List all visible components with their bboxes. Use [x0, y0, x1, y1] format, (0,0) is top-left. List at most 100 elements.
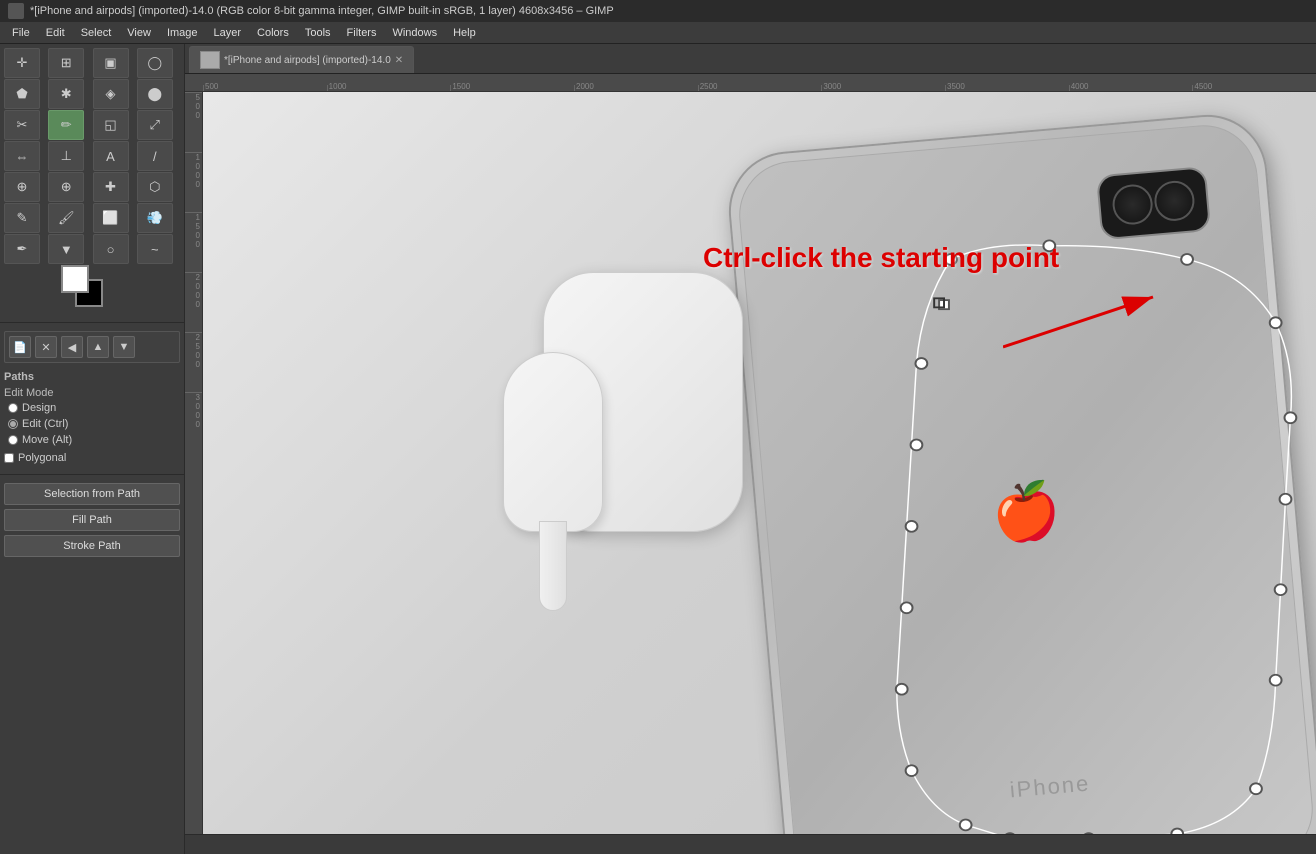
new-path-btn[interactable]: 📄	[9, 336, 31, 358]
iphone-label: iPhone	[1009, 770, 1091, 803]
ellipse-select-btn[interactable]: ◯	[137, 48, 173, 78]
edit-mode-label: Edit Mode	[4, 387, 180, 399]
menu-item-layer[interactable]: Layer	[206, 25, 250, 41]
move-mode-radio[interactable]	[8, 435, 18, 445]
polygonal-checkbox[interactable]	[4, 453, 14, 463]
ruler-left: 500 1000 1500 2000 2500 3000	[185, 92, 203, 834]
tab-label: *[iPhone and airpods] (imported)-14.0	[224, 55, 391, 66]
menu-item-windows[interactable]: Windows	[384, 25, 445, 41]
measure-btn[interactable]: ⊥	[48, 141, 84, 171]
airpod-left	[503, 352, 603, 532]
paths-tool-btn[interactable]: ✏	[48, 110, 84, 140]
paintbrush-btn[interactable]: 🖌	[48, 203, 84, 233]
canvas-area: *[iPhone and airpods] (imported)-14.0 ✕ …	[185, 44, 1316, 854]
design-mode-label: Design	[22, 402, 56, 414]
ruler-top-marks: 500 1000 1500 2000 2500 3000 3500 4000 4…	[203, 74, 1316, 91]
menu-item-select[interactable]: Select	[73, 25, 120, 41]
main-layout: ✛ ⊞ ▣ ◯ ⬟ ✱ ◈ ⬤ ✂ ✏ ◱ ⤢ ⇔ ⊥ A / ⊕ ⊕ ✚ ⬡ …	[0, 44, 1316, 854]
clone-btn[interactable]: ⊕	[48, 172, 84, 202]
action-buttons-section: Selection from Path Fill Path Stroke Pat…	[0, 479, 184, 565]
menubar: FileEditSelectViewImageLayerColorsToolsF…	[0, 22, 1316, 44]
ink-btn[interactable]: ✒	[4, 234, 40, 264]
ruler-v-500: 500	[185, 92, 202, 152]
text-btn[interactable]: A	[93, 141, 129, 171]
path-move-up-btn[interactable]: ▲	[87, 336, 109, 358]
menu-item-image[interactable]: Image	[159, 25, 206, 41]
menu-item-view[interactable]: View	[119, 25, 159, 41]
ruler-mark-1500: 1500	[450, 85, 574, 91]
tab-bar: *[iPhone and airpods] (imported)-14.0 ✕	[185, 44, 1316, 74]
fuzzy-select-btn[interactable]: ✱	[48, 79, 84, 109]
polygonal-label: Polygonal	[18, 452, 66, 464]
perspective-btn[interactable]: ⬡	[137, 172, 173, 202]
polygonal-option[interactable]: Polygonal	[4, 452, 180, 464]
iphone-body: 🍎 iPhone	[724, 110, 1316, 834]
canvas-scroll[interactable]: 🍎 iPhone	[203, 92, 1316, 834]
ruler-mark-500: 500	[203, 85, 327, 91]
selection-from-path-button[interactable]: Selection from Path	[4, 483, 180, 505]
path-to-selection-btn[interactable]: ◀	[61, 336, 83, 358]
move-mode-option[interactable]: Move (Alt)	[8, 434, 180, 446]
tab-thumbnail	[200, 51, 220, 69]
divider2	[0, 474, 184, 475]
color-area	[0, 268, 184, 318]
foreground-color-swatch[interactable]	[61, 265, 89, 293]
color-picker-btn[interactable]: /	[137, 141, 173, 171]
zoom-btn[interactable]: ⊕	[4, 172, 40, 202]
divider	[0, 322, 184, 323]
ruler-v-2000: 2000	[185, 272, 202, 332]
path-move-down-btn[interactable]: ▼	[113, 336, 135, 358]
fill-path-button[interactable]: Fill Path	[4, 509, 180, 531]
heal-btn[interactable]: ✚	[93, 172, 129, 202]
camera-lens-1	[1111, 183, 1154, 226]
toolbox: ✛ ⊞ ▣ ◯ ⬟ ✱ ◈ ⬤ ✂ ✏ ◱ ⤢ ⇔ ⊥ A / ⊕ ⊕ ✚ ⬡ …	[0, 44, 185, 854]
foreground-select-btn[interactable]: ⬤	[137, 79, 173, 109]
menu-item-file[interactable]: File	[4, 25, 38, 41]
ruler-v-3000: 3000	[185, 392, 202, 452]
annotation-text: Ctrl-click the starting point	[703, 242, 1059, 274]
tool-options-title: Paths	[4, 371, 180, 383]
menu-item-edit[interactable]: Edit	[38, 25, 73, 41]
arrow-svg	[1003, 287, 1183, 367]
eraser-btn[interactable]: ⬜	[93, 203, 129, 233]
pencil-btn[interactable]: ✎	[4, 203, 40, 233]
color-wrapper	[67, 271, 117, 315]
airpod-stem	[539, 521, 567, 611]
move-tool-btn[interactable]: ✛	[4, 48, 40, 78]
ruler-v-1500: 1500	[185, 212, 202, 272]
paths-panel-icons: 📄 ✕ ◀ ▲ ▼	[4, 331, 180, 363]
design-mode-radio[interactable]	[8, 403, 18, 413]
iphone-inner: 🍎 iPhone	[735, 121, 1316, 834]
design-mode-option[interactable]: Design	[8, 402, 180, 414]
fill-btn[interactable]: ▼	[48, 234, 84, 264]
align-tool-btn[interactable]: ⊞	[48, 48, 84, 78]
flip-btn[interactable]: ⇔	[4, 141, 40, 171]
rect-select-btn[interactable]: ▣	[93, 48, 129, 78]
ruler-v-2500: 2500	[185, 332, 202, 392]
edit-mode-option[interactable]: Edit (Ctrl)	[8, 418, 180, 430]
menu-item-tools[interactable]: Tools	[297, 25, 339, 41]
smudge-btn[interactable]: ~	[137, 234, 173, 264]
delete-path-btn[interactable]: ✕	[35, 336, 57, 358]
image-scene: 🍎 iPhone	[203, 92, 1316, 834]
dodge-burn-btn[interactable]: ○	[93, 234, 129, 264]
edit-mode-radio[interactable]	[8, 419, 18, 429]
airpods	[503, 272, 783, 592]
airbrush-btn[interactable]: 💨	[137, 203, 173, 233]
free-select-btn[interactable]: ⬟	[4, 79, 40, 109]
app-icon	[8, 3, 24, 19]
status-bar	[185, 834, 1316, 854]
select-color-btn[interactable]: ◈	[93, 79, 129, 109]
transform-btn[interactable]: ⤢	[137, 110, 173, 140]
menu-item-colors[interactable]: Colors	[249, 25, 297, 41]
tool-options-section: Paths Edit Mode Design Edit (Ctrl) Move …	[0, 367, 184, 470]
ruler-mark-3000: 3000	[821, 85, 945, 91]
image-tab[interactable]: *[iPhone and airpods] (imported)-14.0 ✕	[189, 46, 414, 73]
edit-mode-label: Edit (Ctrl)	[22, 418, 68, 430]
tab-close-btn[interactable]: ✕	[395, 55, 403, 66]
scissors-btn[interactable]: ✂	[4, 110, 40, 140]
stroke-path-button[interactable]: Stroke Path	[4, 535, 180, 557]
menu-item-filters[interactable]: Filters	[339, 25, 385, 41]
crop-btn[interactable]: ◱	[93, 110, 129, 140]
menu-item-help[interactable]: Help	[445, 25, 484, 41]
